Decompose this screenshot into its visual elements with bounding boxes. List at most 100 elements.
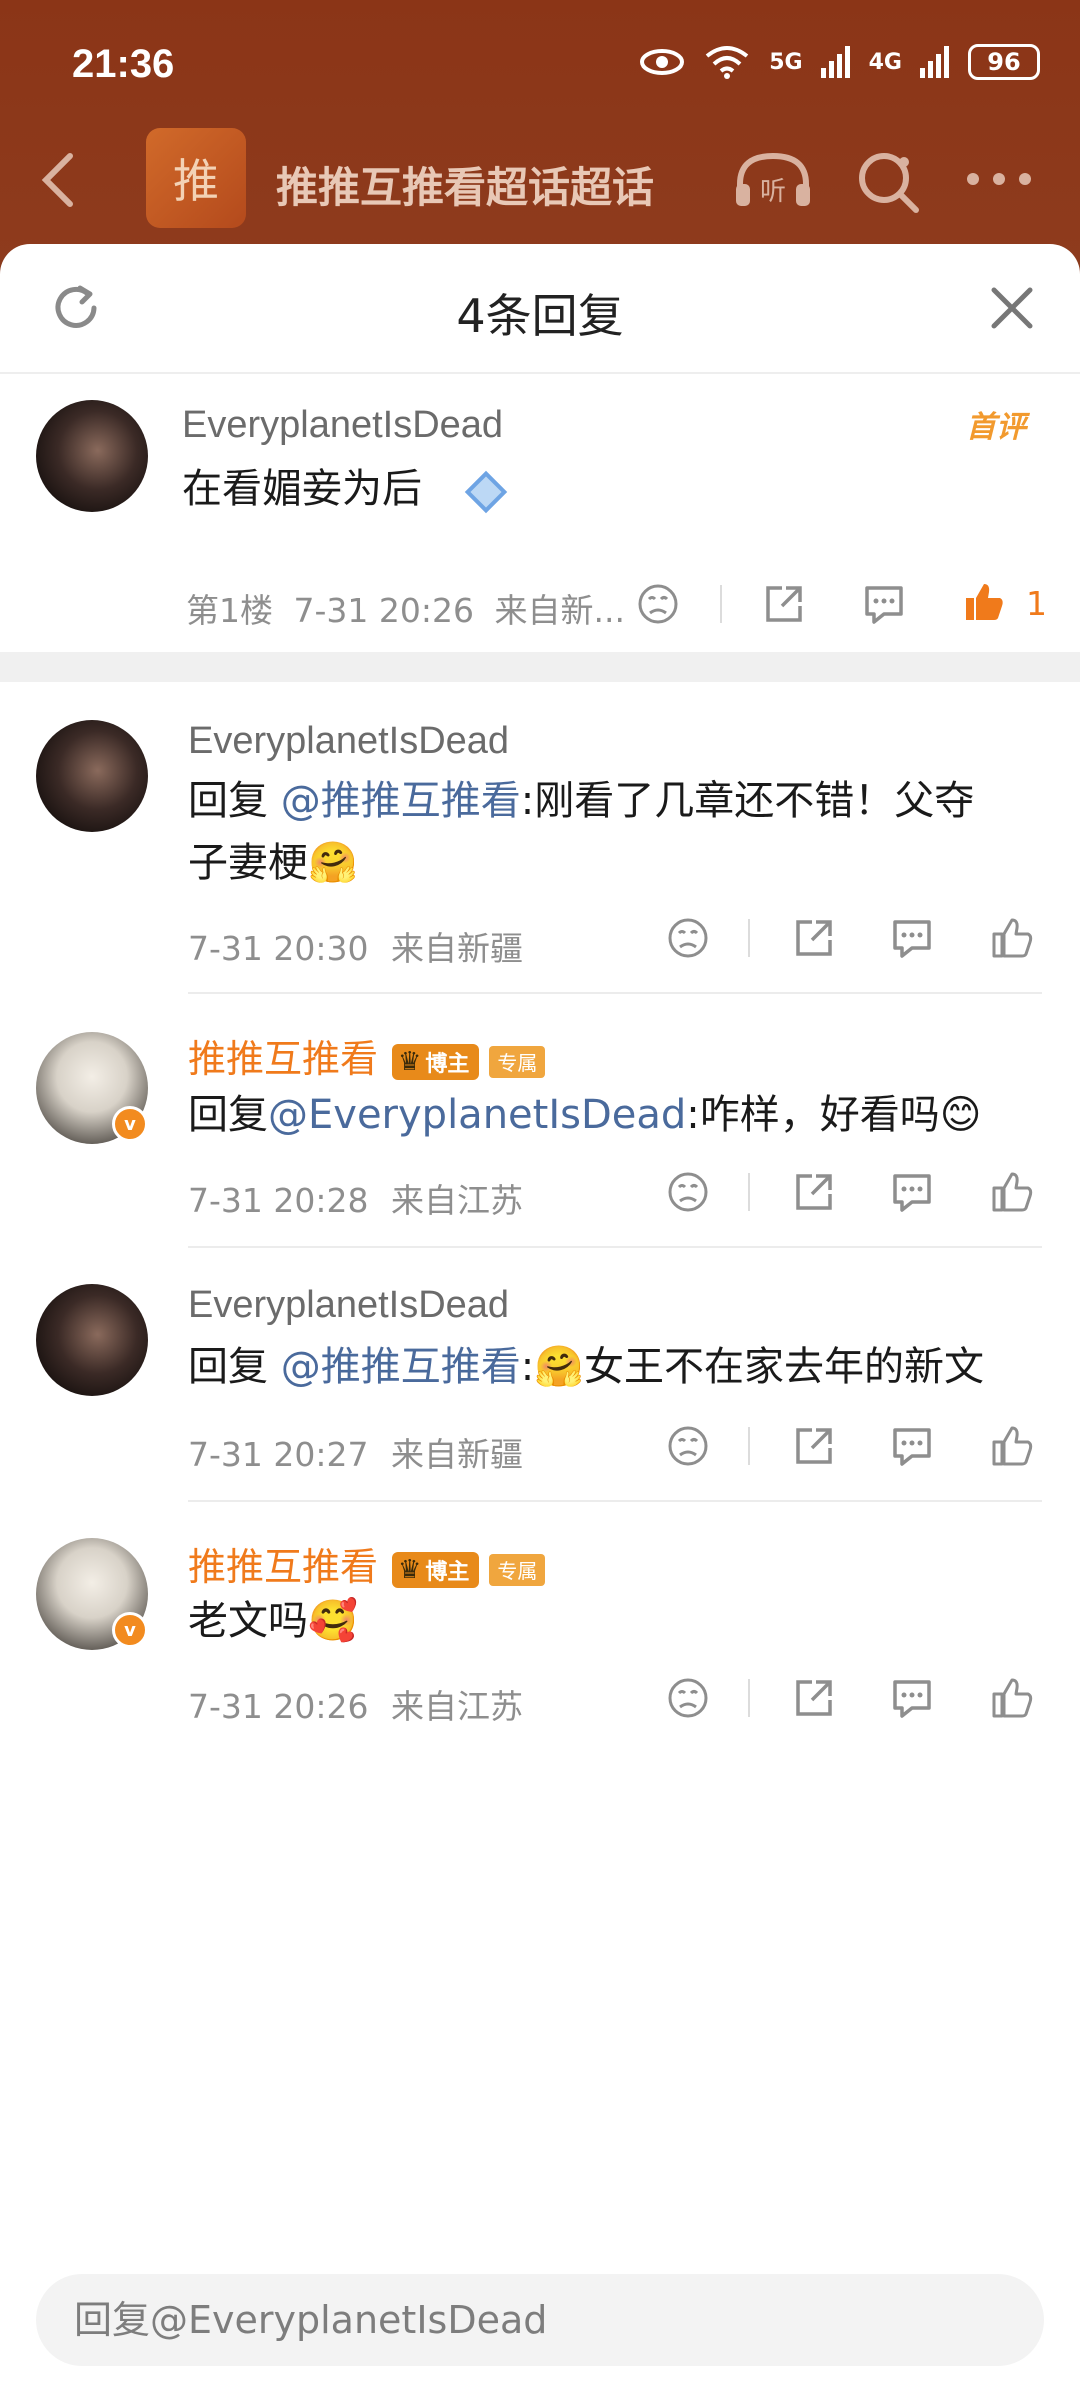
reply-time: 7-31 20:30 — [188, 929, 369, 968]
dislike-icon[interactable] — [666, 916, 710, 960]
reply-input-bar[interactable] — [36, 2274, 1044, 2366]
signal-bars-icon — [920, 46, 949, 78]
reply-prefix: 回复 — [188, 778, 281, 824]
blogger-tag: ♛ 博主 — [392, 1043, 480, 1080]
reply-meta: 7-31 20:26 来自江苏 — [188, 1680, 523, 1728]
reply-time: 7-31 20:28 — [188, 1181, 369, 1220]
reply-prefix: 回复 — [188, 1344, 281, 1390]
section-separator — [0, 652, 1080, 682]
row-divider — [188, 1246, 1042, 1248]
comment-icon[interactable] — [890, 916, 934, 960]
share-icon[interactable] — [792, 916, 836, 960]
wifi-icon — [706, 46, 749, 79]
reply-source: 来自新疆 — [391, 929, 523, 968]
blogger-tag-label: 博主 — [425, 1051, 470, 1077]
headphones-icon[interactable]: 听 — [732, 150, 814, 210]
reply-username[interactable]: 推推互推看 ♛ 博主 专属 — [188, 1536, 546, 1591]
comment-icon[interactable] — [890, 1170, 934, 1214]
svg-text:听: 听 — [760, 177, 786, 207]
status-time: 21:36 — [72, 42, 175, 86]
reply-username[interactable]: EveryplanetIsDead — [188, 1284, 509, 1327]
avatar[interactable] — [36, 1284, 148, 1396]
search-icon[interactable] — [856, 150, 922, 216]
comment-username[interactable]: EveryplanetIsDead — [182, 404, 503, 447]
crown-icon: ♛ — [398, 1046, 422, 1077]
verified-badge-icon: v — [112, 1106, 148, 1142]
mention-link[interactable]: @EveryplanetIsDead — [268, 1092, 686, 1138]
share-icon[interactable] — [792, 1424, 836, 1468]
action-divider — [720, 585, 722, 623]
crown-icon: ♛ — [398, 1554, 422, 1585]
mention-link[interactable]: @推推互推看 — [281, 1344, 521, 1390]
comment-icon[interactable] — [890, 1424, 934, 1468]
close-icon[interactable] — [988, 284, 1036, 332]
share-icon[interactable] — [762, 582, 806, 626]
floor-label: 第1楼 — [186, 591, 273, 630]
comment-icon[interactable] — [890, 1676, 934, 1720]
like-icon[interactable] — [990, 1170, 1034, 1214]
signal-4g-label: 4G — [868, 49, 902, 75]
reply-username[interactable]: EveryplanetIsDead — [188, 720, 509, 763]
dislike-icon[interactable] — [636, 582, 680, 626]
share-icon[interactable] — [792, 1170, 836, 1214]
reply-source: 来自新疆 — [391, 1435, 523, 1474]
action-divider — [748, 919, 750, 957]
sheet-title: 4条回复 — [456, 289, 624, 343]
signal-5g-label: 5G — [769, 49, 803, 75]
like-icon[interactable] — [990, 1424, 1034, 1468]
reply-username[interactable]: 推推互推看 ♛ 博主 专属 — [188, 1028, 546, 1083]
back-icon[interactable] — [38, 150, 78, 210]
reply-time: 7-31 20:26 — [188, 1687, 369, 1726]
reply-content: 老文吗🥰 — [188, 1598, 358, 1644]
reply-meta: 7-31 20:27 来自新疆 — [188, 1428, 523, 1476]
blogger-tag-label: 博主 — [425, 1559, 470, 1585]
reply-content-line2: 子妻梗🤗 — [188, 840, 358, 886]
reply-content: :咋样，好看吗😊 — [686, 1092, 982, 1138]
sheet-header: 4条回复 — [0, 244, 1080, 374]
eye-icon — [640, 49, 685, 75]
status-icons: 5G 4G 96 — [639, 44, 1040, 80]
reply-content: :🤗女王不在家去年的新文 — [520, 1344, 984, 1390]
verified-badge-icon: v — [112, 1612, 148, 1648]
reply-prefix: 回复 — [188, 1092, 268, 1138]
reply-text: 回复 @推推互推看:刚看了几章还不错！父夺 子妻梗🤗 — [188, 770, 974, 894]
blogger-name: 推推互推看 — [188, 1545, 379, 1589]
dislike-icon[interactable] — [666, 1170, 710, 1214]
reply-meta: 7-31 20:28 来自江苏 — [188, 1174, 523, 1222]
topic-logo[interactable]: 推 — [146, 128, 246, 228]
reply-input[interactable] — [36, 2274, 1044, 2366]
like-icon[interactable] — [990, 1676, 1034, 1720]
exclusive-tag: 专属 — [489, 1045, 546, 1078]
more-icon[interactable] — [966, 172, 1032, 186]
dislike-icon[interactable] — [666, 1424, 710, 1468]
like-icon[interactable] — [990, 916, 1034, 960]
action-divider — [748, 1679, 750, 1717]
comment-source: 来自新... — [494, 591, 625, 630]
action-divider — [748, 1427, 750, 1465]
comment-time: 7-31 20:26 — [293, 591, 475, 630]
avatar[interactable] — [36, 720, 148, 832]
exclusive-tag: 专属 — [489, 1553, 546, 1586]
comment-icon[interactable] — [862, 582, 906, 626]
topic-title[interactable]: 推推互推看超话超话 — [276, 154, 654, 215]
action-divider — [748, 1173, 750, 1211]
reply-meta: 7-31 20:30 来自新疆 — [188, 922, 523, 970]
battery-indicator: 96 — [968, 44, 1040, 80]
reply-source: 来自江苏 — [391, 1181, 523, 1220]
signal-bars-icon — [820, 46, 850, 78]
reply-time: 7-31 20:27 — [188, 1435, 369, 1474]
reply-text: 回复@EveryplanetIsDead:咋样，好看吗😊 — [188, 1084, 981, 1146]
mention-link[interactable]: @推推互推看 — [281, 778, 521, 824]
blogger-name: 推推互推看 — [188, 1037, 379, 1081]
like-icon-active[interactable] — [962, 580, 1006, 624]
reply-content: :刚看了几章还不错！父夺 — [520, 778, 975, 824]
share-icon[interactable] — [792, 1676, 836, 1720]
blogger-tag: ♛ 博主 — [392, 1551, 480, 1588]
comment-text-content: 在看媚妾为后 — [182, 466, 422, 512]
row-divider — [188, 992, 1042, 994]
row-divider — [188, 1500, 1042, 1502]
avatar[interactable] — [36, 400, 148, 512]
diamond-sticker-icon — [464, 470, 507, 514]
dislike-icon[interactable] — [666, 1676, 710, 1720]
reply-sheet: 4条回复 — [0, 244, 1080, 2386]
